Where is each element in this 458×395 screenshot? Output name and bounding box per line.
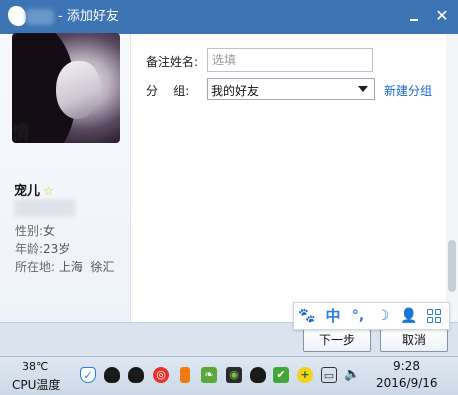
gender-value: 女 [43, 224, 56, 238]
new-group-link[interactable]: 新建分组 [384, 82, 432, 99]
clock-date[interactable]: 2016/9/16 [376, 376, 438, 390]
punctuation-toggle[interactable]: °, [349, 307, 367, 325]
minimize-button[interactable] [404, 6, 424, 26]
nickname-row: 宠儿 ☆ [14, 180, 54, 199]
title-bar: - 添加好友 ✕ [0, 0, 458, 34]
profile-avatar: 情 [12, 33, 120, 143]
shield-icon[interactable]: ✓ [80, 367, 96, 383]
plus-icon[interactable]: + [297, 367, 313, 383]
group-select-value: 我的好友 [211, 84, 260, 98]
group-label: 分 组: [146, 84, 190, 98]
avatar-caption: 情 [12, 123, 30, 143]
volume-icon[interactable]: 🔈 [344, 367, 360, 383]
netease-music-icon[interactable]: ◎ [153, 367, 169, 383]
location-label: 所在地: [15, 260, 56, 274]
security-shield-icon[interactable]: ✔ [273, 367, 289, 383]
nvidia-icon[interactable]: ◉ [226, 367, 242, 383]
window-title: - 添加好友 [58, 9, 119, 24]
remark-label: 备注姓名: [146, 55, 199, 69]
user-icon[interactable]: 👤 [400, 307, 418, 325]
cancel-button[interactable]: 取消 [380, 329, 448, 352]
gender-info: 性别:女 [15, 222, 55, 239]
scrollbar-thumb[interactable] [448, 240, 456, 292]
redacted-account [14, 199, 76, 217]
gender-label: 性别: [15, 224, 44, 238]
cpu-temperature-label: CPU温度 [12, 378, 61, 392]
redacted-name [26, 9, 54, 25]
ime-language-toggle[interactable]: 中 [324, 307, 342, 325]
qq-penguin-icon[interactable] [104, 367, 120, 383]
star-icon: ☆ [43, 184, 54, 198]
paw-icon[interactable]: 🐾 [298, 307, 316, 325]
qq-penguin-icon[interactable] [128, 367, 144, 383]
avatar-face-shape [56, 61, 100, 119]
location-value: 上海 徐汇 [58, 260, 115, 274]
ime-toolbar: 🐾 中 °, ☽ 👤 [293, 302, 450, 330]
clock-time[interactable]: 9:28 [393, 359, 420, 373]
age-info: 年龄:23岁 [15, 240, 70, 257]
close-button[interactable]: ✕ [432, 6, 452, 26]
dropdown-arrow-icon [358, 86, 368, 92]
grid-menu-icon[interactable] [425, 307, 443, 325]
qq-avatar-icon [8, 6, 26, 26]
cpu-temperature: 38℃ [22, 360, 49, 373]
leaf-icon[interactable]: ❧ [201, 367, 217, 383]
battery-icon[interactable] [180, 367, 190, 383]
moon-icon[interactable]: ☽ [374, 307, 392, 325]
age-label: 年龄: [15, 242, 44, 256]
remark-input[interactable] [207, 48, 373, 72]
group-select[interactable]: 我的好友 [207, 78, 375, 100]
next-button[interactable]: 下一步 [303, 329, 371, 352]
age-value: 23岁 [43, 242, 71, 256]
nickname: 宠儿 [14, 184, 41, 199]
network-icon[interactable]: ▭ [321, 367, 337, 383]
qq-penguin-icon[interactable] [250, 367, 266, 383]
location-info: 所在地: 上海 徐汇 [15, 258, 115, 275]
